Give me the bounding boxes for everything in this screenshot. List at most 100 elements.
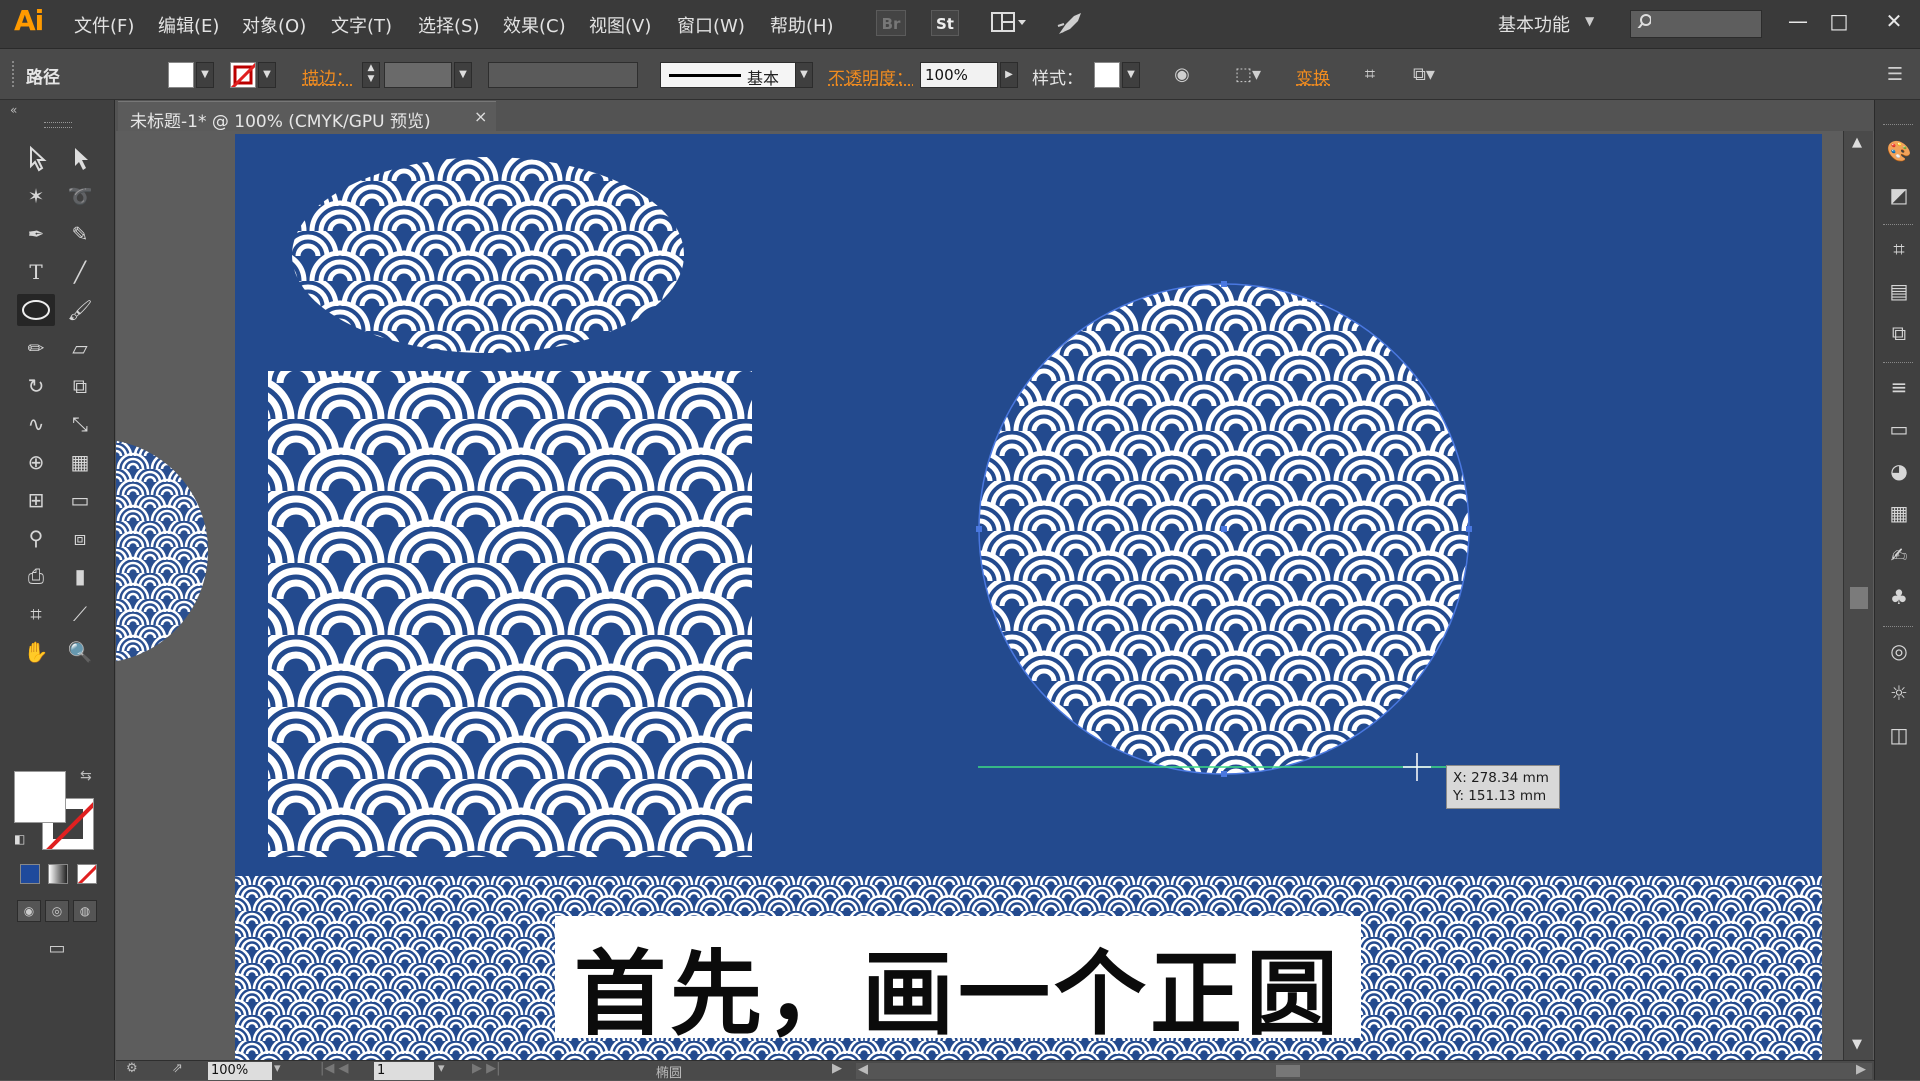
gradient-icon[interactable]: ▭ bbox=[63, 484, 97, 516]
bridge-button[interactable]: Br bbox=[876, 10, 906, 36]
type-tool-icon[interactable]: T bbox=[19, 256, 53, 288]
color-mode-button[interactable] bbox=[20, 864, 40, 884]
stroke-weight-stepper[interactable]: ▲ ▼ bbox=[362, 62, 380, 88]
share-icon[interactable]: ⇗ bbox=[172, 1061, 183, 1076]
align-to-icon[interactable]: ⬚▾ bbox=[1226, 62, 1270, 88]
brush-definition-dropdown[interactable]: 基本 bbox=[660, 62, 812, 88]
fill-swatch[interactable] bbox=[14, 771, 66, 823]
menu-file[interactable]: 文件(F) bbox=[74, 12, 134, 38]
document-tab[interactable]: 未标题-1* @ 100% (CMYK/GPU 预览) × bbox=[118, 101, 496, 131]
default-colors-icon[interactable]: ◧ bbox=[14, 832, 25, 846]
gpu-performance-icon[interactable] bbox=[1054, 10, 1084, 38]
status-flyout-icon[interactable]: ▶ bbox=[832, 1061, 842, 1076]
menu-object[interactable]: 对象(O) bbox=[242, 12, 306, 38]
next-artboard-icon[interactable]: ▶ ▶| bbox=[472, 1061, 501, 1076]
selection-tool-icon[interactable] bbox=[19, 142, 53, 174]
opacity-label[interactable]: 不透明度： bbox=[828, 64, 913, 89]
menu-select[interactable]: 选择(S) bbox=[418, 12, 479, 38]
curvature-tool-icon[interactable]: ✎ bbox=[63, 218, 97, 250]
select-similar-icon[interactable]: ⧉▾ bbox=[1400, 62, 1448, 88]
menu-window[interactable]: 窗口(W) bbox=[677, 12, 745, 38]
paintbrush-icon[interactable]: 🖌 bbox=[63, 294, 97, 326]
eyedropper-icon[interactable]: ⚲ bbox=[19, 522, 53, 554]
zoom-icon[interactable]: 🔍 bbox=[63, 636, 97, 668]
zoom-field[interactable]: 100% bbox=[208, 1062, 272, 1080]
zoom-chevron-icon[interactable]: ▾ bbox=[274, 1061, 281, 1076]
workspace-switcher[interactable]: 基本功能 bbox=[1498, 11, 1570, 37]
arrange-documents-icon[interactable] bbox=[990, 10, 1030, 36]
appearance-icon[interactable]: ☼ bbox=[1883, 678, 1915, 708]
draw-normal-icon[interactable]: ◉ bbox=[17, 900, 41, 922]
draw-inside-icon[interactable]: ◍ bbox=[73, 900, 97, 922]
stroke-dropdown-chevron-icon[interactable]: ▼ bbox=[258, 62, 276, 88]
menu-effect[interactable]: 效果(C) bbox=[503, 12, 566, 38]
hand-icon[interactable]: ✋ bbox=[19, 636, 53, 668]
shape-builder-icon[interactable]: ⊕ bbox=[19, 446, 53, 478]
brushes-icon[interactable]: ✍ bbox=[1883, 540, 1915, 570]
color-guide-icon[interactable]: ◩ bbox=[1883, 180, 1915, 210]
maximize-button[interactable]: □ bbox=[1819, 6, 1859, 36]
panel-menu-icon[interactable]: ☰ bbox=[1880, 62, 1910, 88]
scroll-up-arrow-icon[interactable]: ▲ bbox=[1852, 135, 1862, 150]
vertical-scrollbar[interactable]: ▲ ▼ bbox=[1843, 131, 1873, 1060]
artboard-chevron-icon[interactable]: ▾ bbox=[438, 1061, 445, 1076]
align-icon[interactable]: ▤ bbox=[1883, 276, 1915, 306]
style-chevron-icon[interactable]: ▼ bbox=[1122, 62, 1140, 88]
scroll-left-arrow-icon[interactable]: ◀ bbox=[858, 1062, 868, 1077]
control-bar-grip[interactable] bbox=[12, 61, 18, 87]
menu-view[interactable]: 视图(V) bbox=[589, 12, 651, 38]
pathfinder-icon[interactable]: ⧉ bbox=[1883, 318, 1915, 348]
stroke-weight-field[interactable] bbox=[384, 62, 452, 88]
eraser-icon[interactable]: ▱ bbox=[63, 332, 97, 364]
gpu-icon[interactable]: ⚙ bbox=[126, 1061, 138, 1076]
artboard-number-field[interactable]: 1 bbox=[374, 1062, 434, 1080]
chevron-down-icon[interactable]: ▼ bbox=[1585, 14, 1594, 28]
symbols-icon[interactable]: ♣ bbox=[1883, 582, 1915, 612]
free-transform-icon[interactable]: ⤡ bbox=[63, 408, 97, 440]
rotate-icon[interactable]: ↻ bbox=[19, 370, 53, 402]
transform-panel-icon[interactable]: ⌗ bbox=[1883, 234, 1915, 264]
first-artboard-icon[interactable]: |◀ ◀ bbox=[320, 1061, 349, 1076]
close-button[interactable]: ✕ bbox=[1874, 6, 1914, 36]
gradient-mode-button[interactable] bbox=[48, 864, 68, 884]
tools-panel-grip[interactable] bbox=[44, 122, 72, 128]
scroll-right-arrow-icon[interactable]: ▶ bbox=[1856, 1062, 1866, 1077]
pen-tool-icon[interactable]: ✒ bbox=[19, 218, 53, 250]
recolor-artwork-icon[interactable]: ◉ bbox=[1168, 62, 1196, 88]
screen-mode-icon[interactable]: ▭ bbox=[42, 938, 72, 962]
stroke-icon[interactable]: ≡ bbox=[1883, 372, 1915, 402]
stroke-weight-chevron-icon[interactable]: ▼ bbox=[454, 62, 472, 88]
column-graph-icon[interactable]: ▮ bbox=[63, 560, 97, 592]
scale-icon[interactable]: ⧉ bbox=[63, 370, 97, 402]
isolate-object-icon[interactable]: ⌗ bbox=[1356, 62, 1384, 88]
line-tool-icon[interactable]: ╱ bbox=[63, 256, 97, 288]
magic-wand-icon[interactable]: ✶ bbox=[19, 180, 53, 212]
color-panel-icon[interactable]: 🎨 bbox=[1883, 136, 1915, 166]
opacity-field[interactable]: 100% bbox=[920, 62, 998, 88]
perspective-grid-icon[interactable]: ▦ bbox=[63, 446, 97, 478]
collapse-panel-icon[interactable]: « bbox=[10, 103, 17, 117]
fill-dropdown-chevron-icon[interactable]: ▼ bbox=[196, 62, 214, 88]
menu-help[interactable]: 帮助(H) bbox=[770, 12, 834, 38]
lasso-icon[interactable]: ➰ bbox=[63, 180, 97, 212]
opacity-flyout-icon[interactable]: ▶ bbox=[1000, 62, 1018, 88]
swatches-icon[interactable]: ▦ bbox=[1883, 498, 1915, 528]
symbol-sprayer-icon[interactable]: ⎙ bbox=[19, 560, 53, 592]
none-mode-button[interactable] bbox=[77, 864, 97, 884]
menu-edit[interactable]: 编辑(E) bbox=[158, 12, 219, 38]
transform-label[interactable]: 变换 bbox=[1296, 64, 1330, 89]
variable-width-profile-dropdown[interactable] bbox=[488, 62, 638, 88]
stroke-label[interactable]: 描边： bbox=[302, 64, 353, 89]
minimize-button[interactable]: — bbox=[1778, 6, 1818, 36]
transparency-icon[interactable]: ◕ bbox=[1883, 456, 1915, 486]
stroke-color-swatch[interactable] bbox=[230, 62, 256, 88]
direct-selection-tool-icon[interactable] bbox=[63, 142, 97, 174]
pattern-rectangle[interactable] bbox=[268, 371, 752, 857]
stock-button[interactable]: St bbox=[931, 10, 959, 36]
close-tab-icon[interactable]: × bbox=[474, 107, 487, 126]
vertical-scroll-thumb[interactable] bbox=[1850, 587, 1868, 609]
scroll-down-arrow-icon[interactable]: ▼ bbox=[1852, 1037, 1862, 1052]
swap-fill-stroke-icon[interactable]: ⇆ bbox=[80, 768, 92, 784]
layers-icon[interactable]: ◫ bbox=[1883, 720, 1915, 750]
search-input[interactable] bbox=[1630, 10, 1762, 38]
